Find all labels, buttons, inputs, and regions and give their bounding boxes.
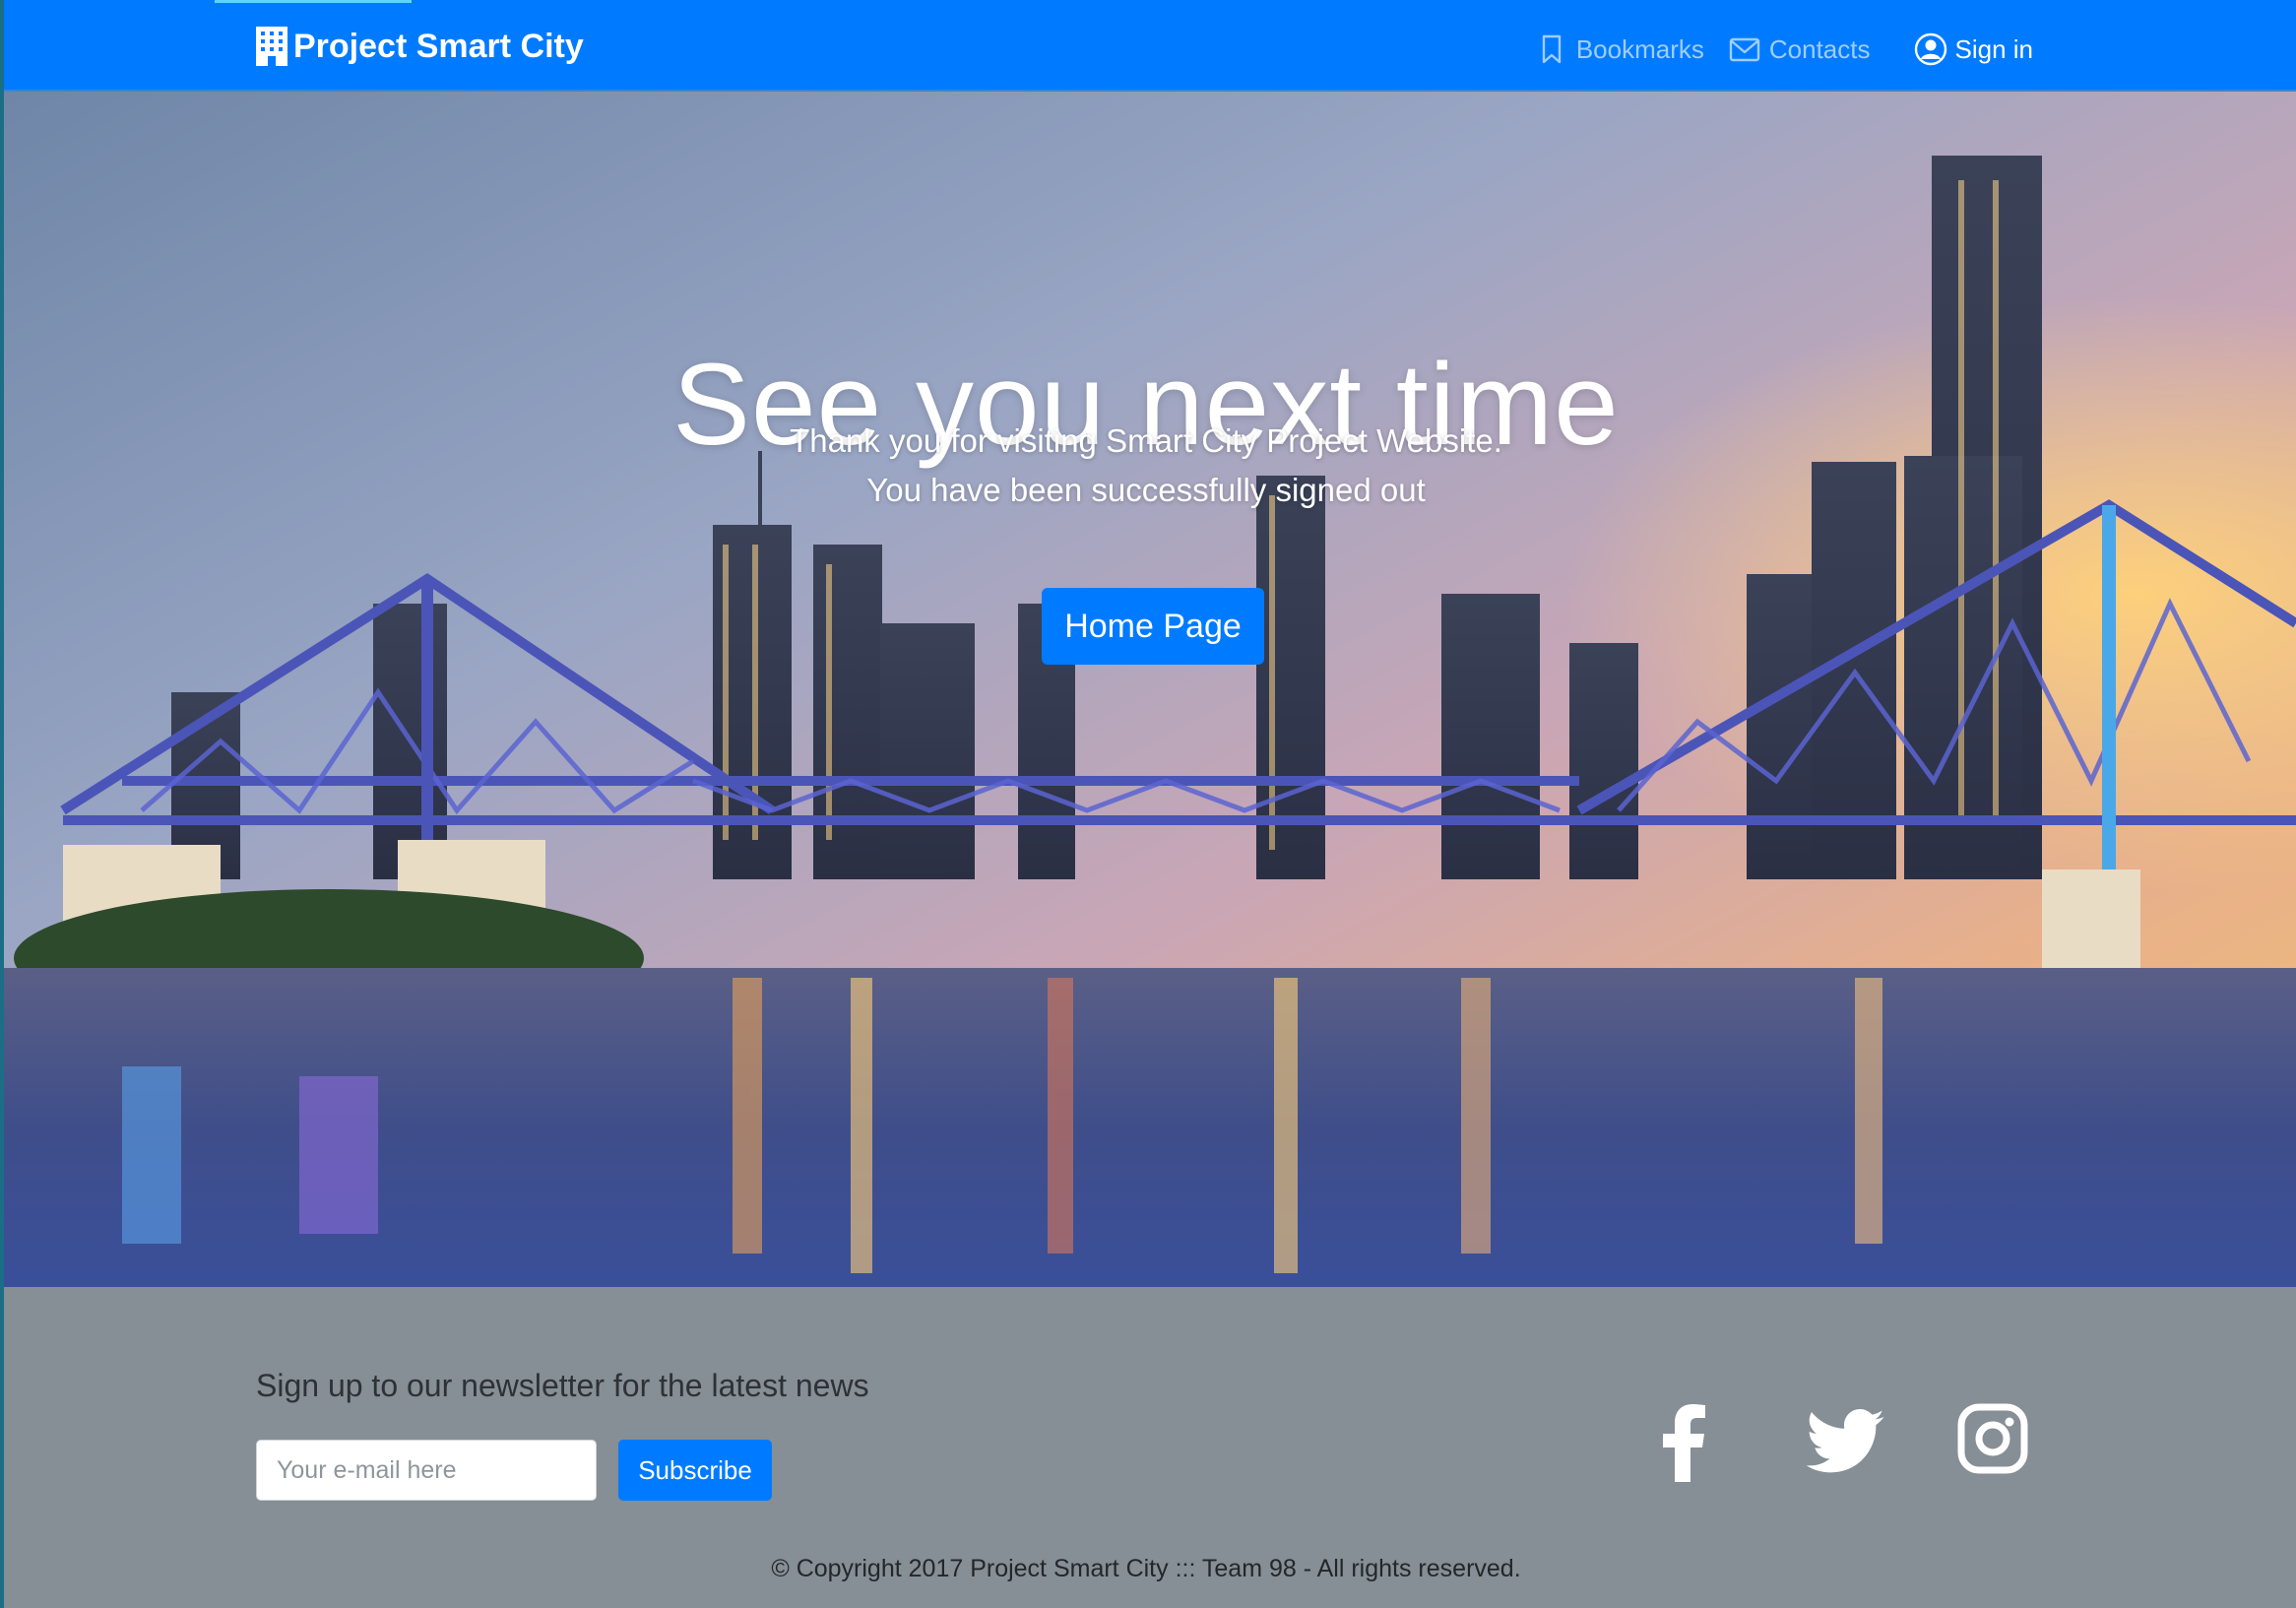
footer: Sign up to our newsletter for the latest… [4,1287,2296,1608]
home-page-button[interactable]: Home Page [1042,588,1264,665]
navbar-accent-strip [215,0,412,3]
bookmark-icon [1542,34,1562,64]
nav-contacts-label: Contacts [1768,33,1871,64]
nav-sign-in-label: Sign in [1954,33,2034,64]
brand-name: Project Smart City [293,27,584,65]
navbar: Project Smart City Bookmarks Contacts Si… [4,0,2296,92]
nav-sign-in[interactable]: Sign in [1914,32,2034,66]
envelope-icon [1729,37,1760,62]
hero-subtitle-line2: You have been successfully signed out [866,472,1426,508]
building-icon [256,27,287,66]
subscribe-button[interactable]: Subscribe [618,1440,772,1501]
twitter-icon [1806,1409,1884,1473]
nav-bookmarks-label: Bookmarks [1575,33,1704,64]
nav-contacts[interactable]: Contacts [1728,32,1871,66]
facebook-link[interactable] [1660,1403,1707,1482]
instagram-link[interactable] [1957,1403,2028,1474]
facebook-icon [1663,1404,1705,1482]
newsletter-title: Sign up to our newsletter for the latest… [256,1368,869,1403]
city-bridge-background-image [4,92,2296,1287]
user-circle-icon [1914,32,1946,66]
hero-subtitle-line1: Thank you for visiting Smart City Projec… [790,422,1502,459]
hero-section: See you next time Thank you for visiting… [4,92,2296,1287]
nav-bookmarks[interactable]: Bookmarks [1535,32,1704,66]
twitter-link[interactable] [1806,1403,1884,1474]
instagram-icon [1957,1403,2028,1474]
brand-link[interactable]: Project Smart City [254,24,584,69]
copyright-text: © Copyright 2017 Project Smart City ::: … [771,1555,1521,1582]
newsletter-email-input[interactable] [256,1440,597,1501]
nav-links: Bookmarks Contacts Sign in [1535,28,2033,71]
